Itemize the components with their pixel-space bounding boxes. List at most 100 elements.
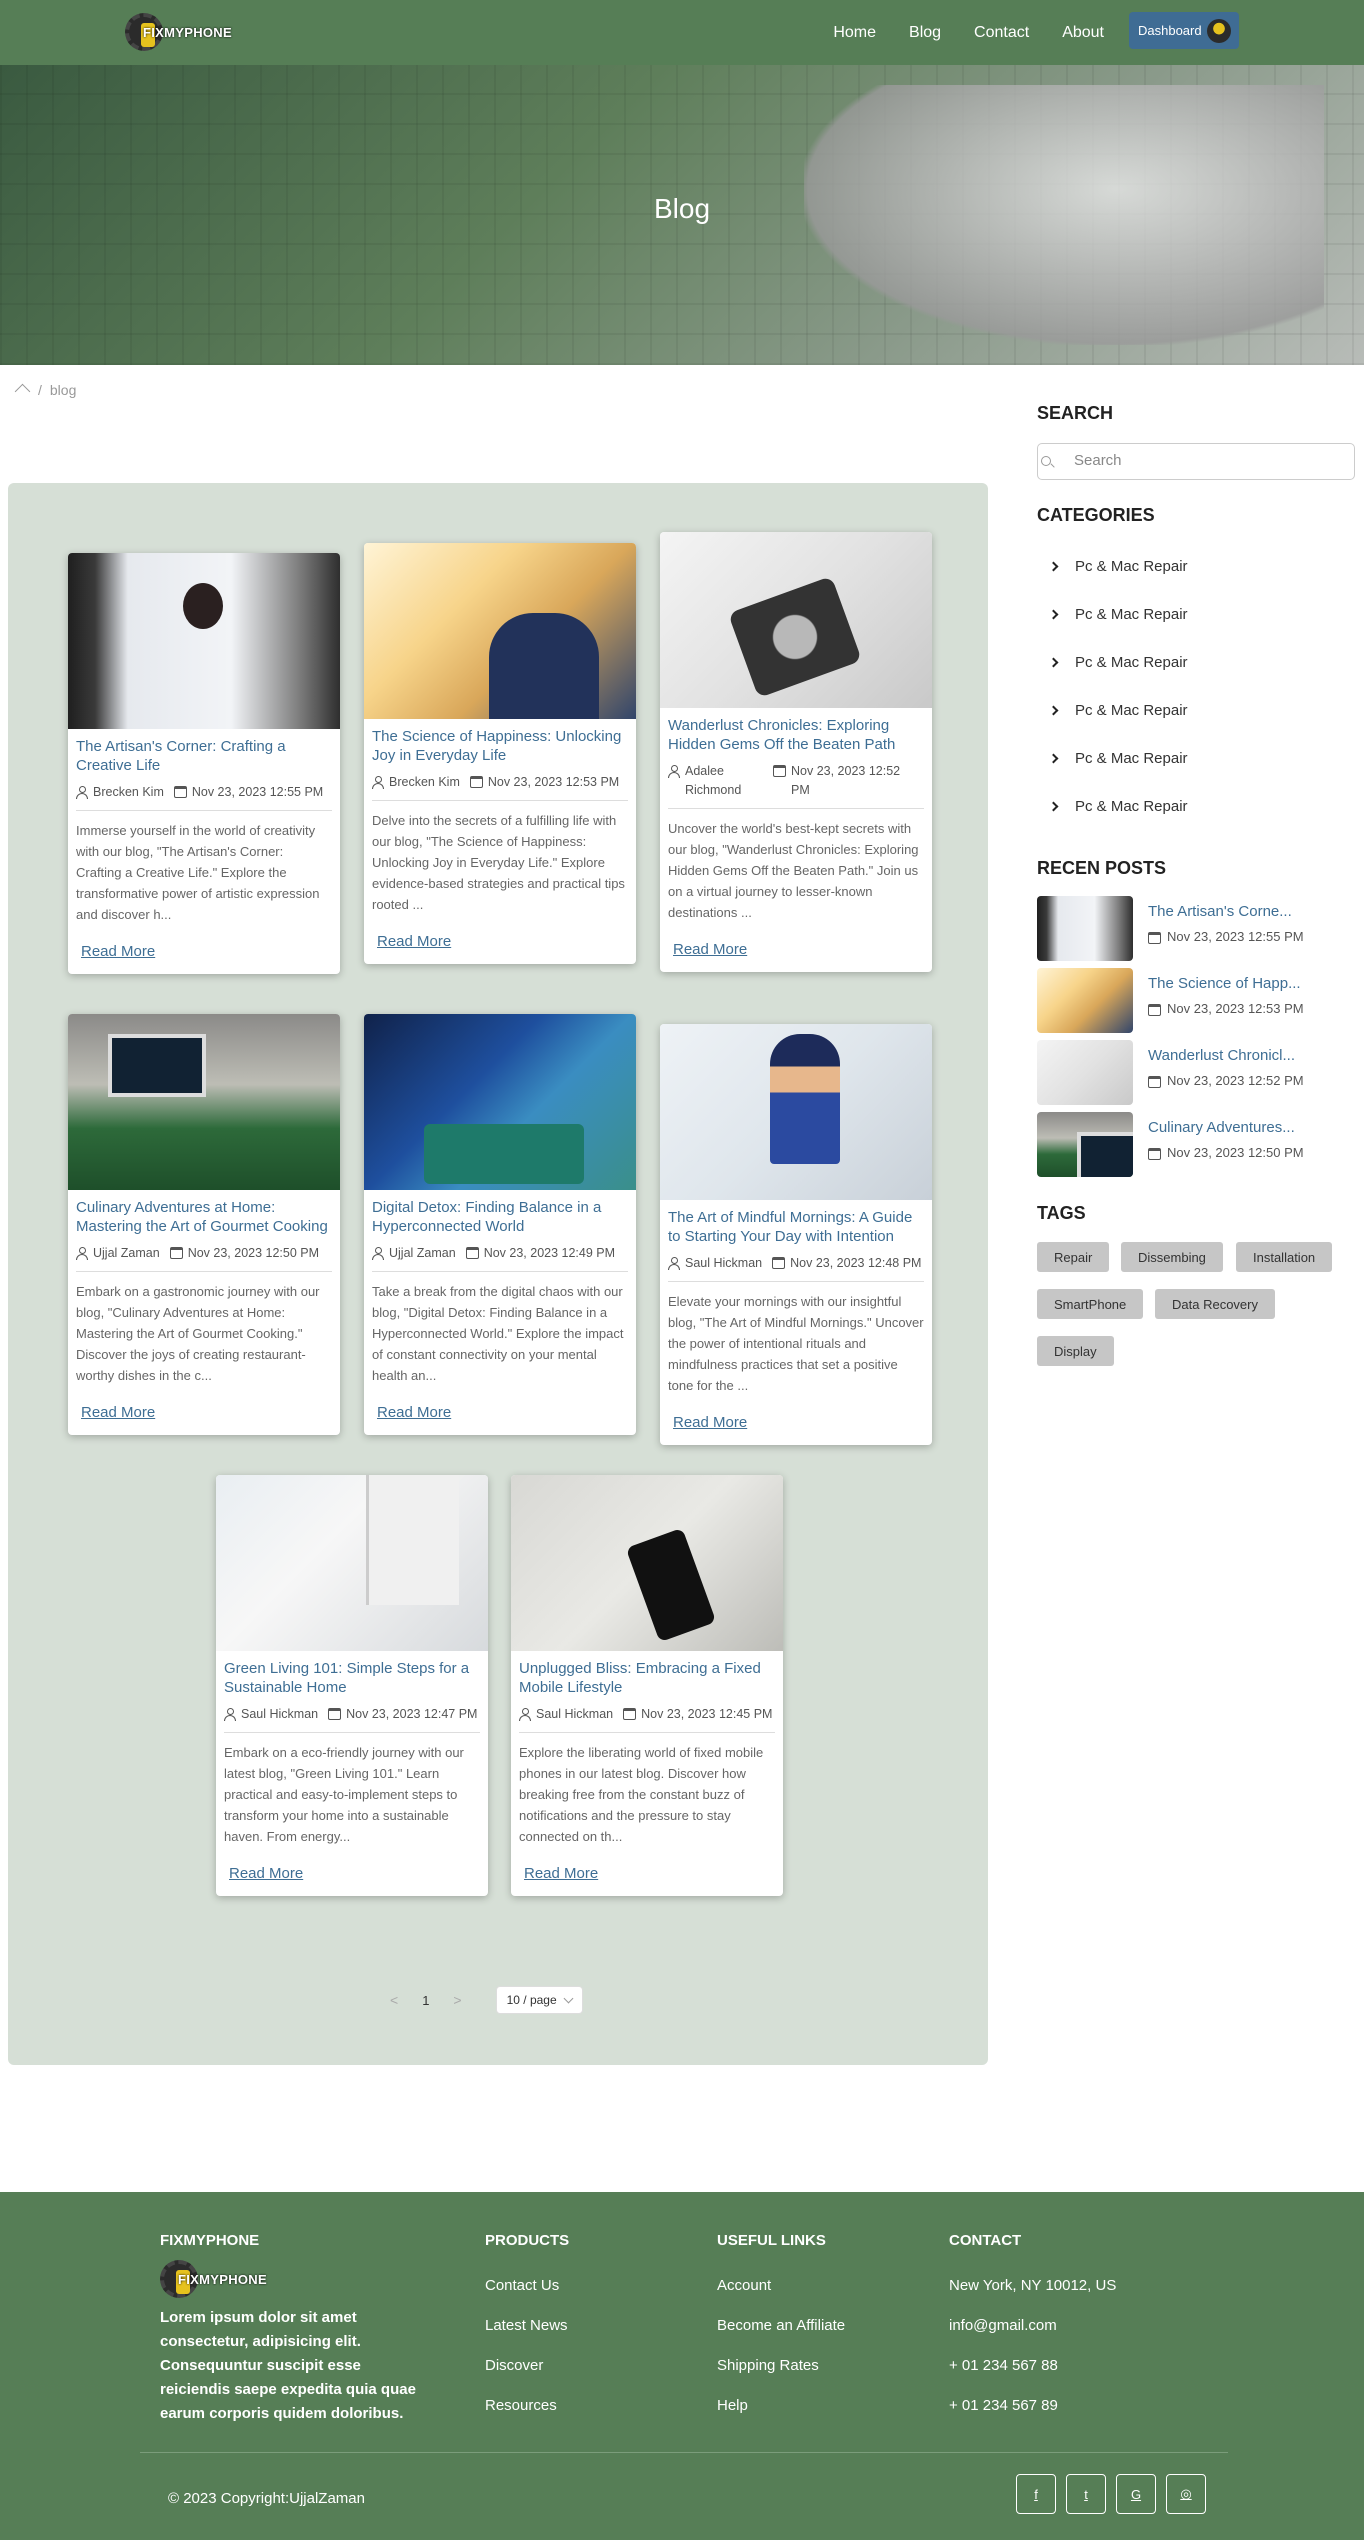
site-header: FIXMYPHONE Home Blog Contact About Dashb… bbox=[0, 0, 1364, 65]
blog-card-image[interactable] bbox=[660, 532, 932, 708]
footer-link-help[interactable]: Help bbox=[717, 2397, 748, 2414]
nav-about[interactable]: About bbox=[1062, 24, 1104, 42]
tag-display[interactable]: Display bbox=[1037, 1336, 1114, 1366]
recent-post[interactable]: The Science of Happ... Nov 23, 2023 12:5… bbox=[1037, 968, 1357, 1033]
prev-page-button[interactable]: < bbox=[390, 1992, 398, 2008]
google-icon[interactable]: G bbox=[1116, 2474, 1156, 2514]
recent-post-title[interactable]: The Artisan's Corne... bbox=[1148, 903, 1292, 920]
read-more-link[interactable]: Read More bbox=[81, 1404, 155, 1421]
nav-blog[interactable]: Blog bbox=[909, 24, 941, 42]
footer-link-resources[interactable]: Resources bbox=[485, 2397, 557, 2414]
main-nav: Home Blog Contact About bbox=[833, 0, 1104, 65]
facebook-icon[interactable]: f bbox=[1016, 2474, 1056, 2514]
user-icon bbox=[76, 786, 88, 799]
user-icon bbox=[668, 1257, 680, 1270]
instagram-icon[interactable]: ◎ bbox=[1166, 2474, 1206, 2514]
recent-post[interactable]: Wanderlust Chronicl... Nov 23, 2023 12:5… bbox=[1037, 1040, 1357, 1105]
read-more-link[interactable]: Read More bbox=[524, 1865, 598, 1882]
tag-dissembing[interactable]: Dissembing bbox=[1121, 1242, 1223, 1272]
read-more-link[interactable]: Read More bbox=[229, 1865, 303, 1882]
footer-link-affiliate[interactable]: Become an Affiliate bbox=[717, 2317, 845, 2334]
blog-card-title[interactable]: The Science of Happiness: Unlocking Joy … bbox=[372, 727, 628, 765]
blog-card-title[interactable]: Digital Detox: Finding Balance in a Hype… bbox=[372, 1198, 628, 1236]
recent-post-image[interactable] bbox=[1037, 968, 1133, 1033]
footer-logo[interactable]: FIXMYPHONE bbox=[160, 2260, 267, 2298]
recent-post-image[interactable] bbox=[1037, 1040, 1133, 1105]
category-item[interactable]: Pc & Mac Repair bbox=[1048, 606, 1188, 623]
read-more-link[interactable]: Read More bbox=[673, 941, 747, 958]
blog-card-date: Nov 23, 2023 12:55 PM bbox=[191, 785, 324, 799]
chevron-right-icon bbox=[1048, 801, 1059, 812]
blog-card-title[interactable]: Wanderlust Chronicles: Exploring Hidden … bbox=[668, 716, 924, 754]
tag-installation[interactable]: Installation bbox=[1236, 1242, 1333, 1272]
blog-card: Unplugged Bliss: Embracing a Fixed Mobil… bbox=[511, 1475, 783, 1896]
recent-post[interactable]: Culinary Adventures... Nov 23, 2023 12:5… bbox=[1037, 1112, 1357, 1177]
category-item[interactable]: Pc & Mac Repair bbox=[1048, 558, 1188, 575]
calendar-icon bbox=[465, 1247, 479, 1259]
search-input[interactable] bbox=[1074, 452, 1344, 469]
category-item[interactable]: Pc & Mac Repair bbox=[1048, 798, 1188, 815]
blog-card-excerpt: Elevate your mornings with our insightfu… bbox=[668, 1294, 924, 1393]
footer-link-account[interactable]: Account bbox=[717, 2277, 771, 2294]
category-label: Pc & Mac Repair bbox=[1075, 606, 1188, 623]
category-item[interactable]: Pc & Mac Repair bbox=[1048, 750, 1188, 767]
user-icon bbox=[224, 1708, 236, 1721]
user-icon bbox=[519, 1708, 531, 1721]
home-icon[interactable] bbox=[16, 384, 30, 397]
recent-post-title[interactable]: Wanderlust Chronicl... bbox=[1148, 1047, 1295, 1064]
blog-card-title[interactable]: Culinary Adventures at Home: Mastering t… bbox=[76, 1198, 332, 1236]
nav-home[interactable]: Home bbox=[833, 24, 876, 42]
blog-card-excerpt: Delve into the secrets of a fulfilling l… bbox=[372, 813, 625, 912]
blog-card-excerpt: Uncover the world's best-kept secrets wi… bbox=[668, 821, 919, 920]
twitter-icon[interactable]: t bbox=[1066, 2474, 1106, 2514]
category-item[interactable]: Pc & Mac Repair bbox=[1048, 654, 1188, 671]
recent-post[interactable]: The Artisan's Corne... Nov 23, 2023 12:5… bbox=[1037, 896, 1357, 961]
footer-logo-text: FIXMYPHONE bbox=[178, 2271, 267, 2287]
footer-about-text: Lorem ipsum dolor sit amet consectetur, … bbox=[160, 2309, 416, 2422]
read-more-link[interactable]: Read More bbox=[377, 1404, 451, 1421]
blog-card-image[interactable] bbox=[68, 1014, 340, 1190]
recent-post-title[interactable]: Culinary Adventures... bbox=[1148, 1119, 1295, 1136]
blog-card-title[interactable]: The Artisan's Corner: Crafting a Creativ… bbox=[76, 737, 332, 775]
tag-data-recovery[interactable]: Data Recovery bbox=[1155, 1289, 1275, 1319]
recent-post-title[interactable]: The Science of Happ... bbox=[1148, 975, 1301, 992]
footer-link-latest-news[interactable]: Latest News bbox=[485, 2317, 568, 2334]
page-number-1[interactable]: 1 bbox=[422, 1993, 429, 2008]
calendar-icon bbox=[773, 765, 786, 777]
blog-card-title[interactable]: The Art of Mindful Mornings: A Guide to … bbox=[668, 1208, 924, 1246]
read-more-link[interactable]: Read More bbox=[377, 933, 451, 950]
category-item[interactable]: Pc & Mac Repair bbox=[1048, 702, 1188, 719]
calendar-icon bbox=[623, 1708, 637, 1720]
blog-card-image[interactable] bbox=[660, 1024, 932, 1200]
blog-card-excerpt: Explore the liberating world of fixed mo… bbox=[519, 1745, 764, 1844]
recent-post-image[interactable] bbox=[1037, 896, 1133, 961]
blog-card-image[interactable] bbox=[364, 543, 636, 719]
blog-card-image[interactable] bbox=[511, 1475, 783, 1651]
next-page-button[interactable]: > bbox=[453, 1992, 461, 2008]
tag-repair[interactable]: Repair bbox=[1037, 1242, 1110, 1272]
blog-card-image[interactable] bbox=[68, 553, 340, 729]
copyright-text: © 2023 Copyright:UjjalZaman bbox=[168, 2490, 365, 2507]
read-more-link[interactable]: Read More bbox=[673, 1414, 747, 1431]
blog-card-date: Nov 23, 2023 12:45 PM bbox=[641, 1707, 773, 1721]
footer-link-contact-us[interactable]: Contact Us bbox=[485, 2277, 559, 2294]
page-size-select[interactable]: 10 / page bbox=[495, 1986, 583, 2014]
dashboard-button[interactable]: Dashboard bbox=[1129, 12, 1239, 49]
footer-link-shipping[interactable]: Shipping Rates bbox=[717, 2357, 819, 2374]
chevron-right-icon bbox=[1048, 609, 1059, 620]
blog-card-image[interactable] bbox=[216, 1475, 488, 1651]
tag-smartphone[interactable]: SmartPhone bbox=[1037, 1289, 1144, 1319]
site-logo[interactable]: FIXMYPHONE bbox=[125, 13, 232, 51]
blog-card-title[interactable]: Green Living 101: Simple Steps for a Sus… bbox=[224, 1659, 480, 1697]
recent-post-image[interactable] bbox=[1037, 1112, 1133, 1177]
blog-card-image[interactable] bbox=[364, 1014, 636, 1190]
nav-contact[interactable]: Contact bbox=[974, 24, 1029, 42]
footer-products-heading: PRODUCTS bbox=[485, 2232, 570, 2249]
footer-link-discover[interactable]: Discover bbox=[485, 2357, 543, 2374]
blog-card-title[interactable]: Unplugged Bliss: Embracing a Fixed Mobil… bbox=[519, 1659, 775, 1697]
hero-banner: Blog bbox=[0, 65, 1364, 365]
footer-brand-heading: FIXMYPHONE bbox=[160, 2232, 260, 2249]
read-more-link[interactable]: Read More bbox=[81, 943, 155, 960]
blog-card-excerpt: Embark on a eco-friendly journey with ou… bbox=[224, 1745, 464, 1844]
chevron-right-icon bbox=[1048, 561, 1059, 572]
